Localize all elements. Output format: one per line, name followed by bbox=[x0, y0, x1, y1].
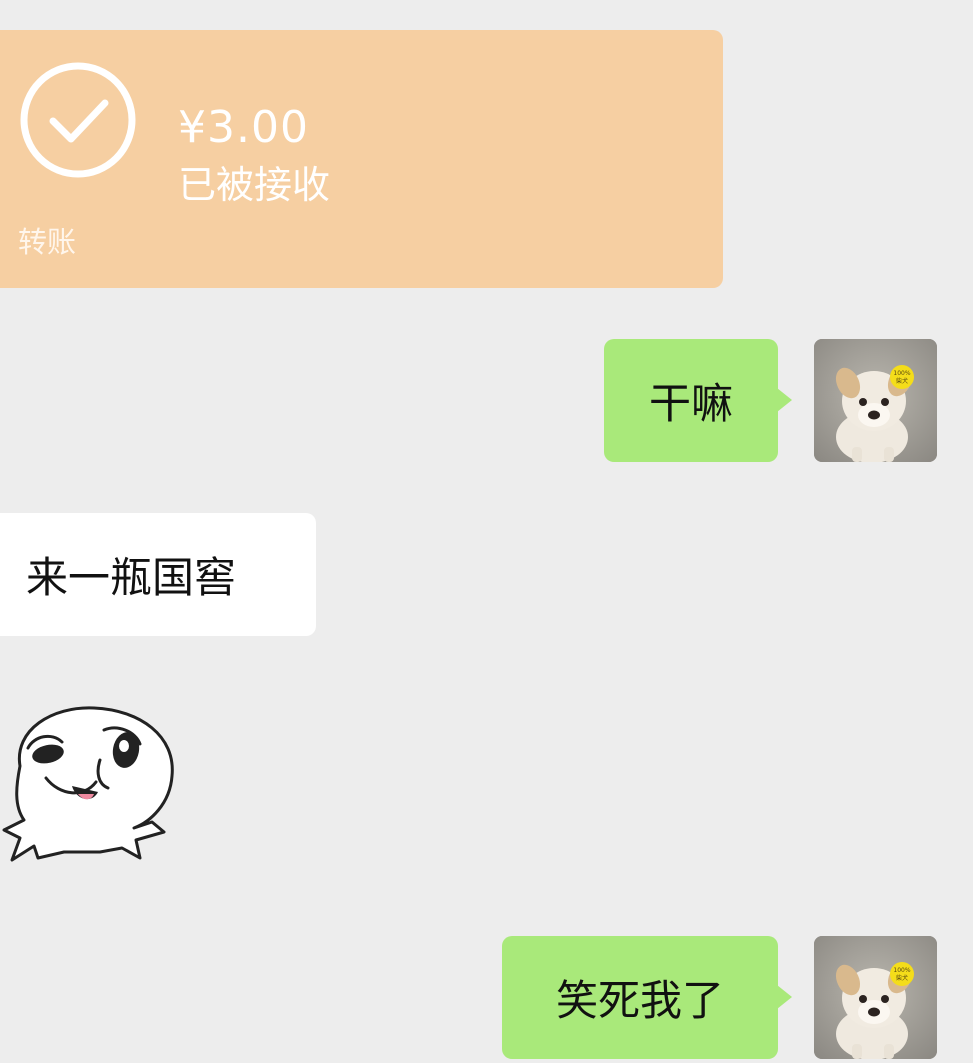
transfer-label: 转账 bbox=[18, 225, 77, 259]
bubble-tail bbox=[777, 388, 792, 412]
transfer-status: 已被接收 bbox=[178, 163, 331, 207]
svg-text:100%: 100% bbox=[893, 370, 910, 377]
user-avatar[interactable]: 100% 柴犬 bbox=[814, 936, 937, 1059]
check-circle-icon bbox=[20, 62, 136, 178]
message-text: 来一瓶国窖 bbox=[26, 553, 237, 602]
outgoing-message-bubble[interactable]: 干嘛 bbox=[604, 339, 792, 462]
bubble-tail bbox=[777, 985, 792, 1009]
svg-text:柴犬: 柴犬 bbox=[896, 974, 908, 982]
outgoing-message-bubble[interactable]: 笑死我了 bbox=[502, 936, 792, 1059]
transfer-card[interactable]: ¥3.00 已被接收 转账 bbox=[0, 30, 723, 288]
svg-text:柴犬: 柴犬 bbox=[896, 377, 908, 385]
message-text: 干嘛 bbox=[648, 379, 733, 428]
puppy-avatar-icon: 100% 柴犬 bbox=[814, 936, 937, 1059]
svg-text:100%: 100% bbox=[893, 967, 910, 974]
user-avatar[interactable]: 100% 柴犬 bbox=[814, 339, 937, 462]
transfer-amount: ¥3.00 bbox=[178, 102, 309, 153]
laughing-face-sticker[interactable] bbox=[0, 700, 182, 872]
puppy-avatar-icon: 100% 柴犬 bbox=[814, 339, 937, 462]
incoming-message-bubble[interactable]: 来一瓶国窖 bbox=[0, 513, 316, 636]
message-text: 笑死我了 bbox=[555, 976, 724, 1025]
